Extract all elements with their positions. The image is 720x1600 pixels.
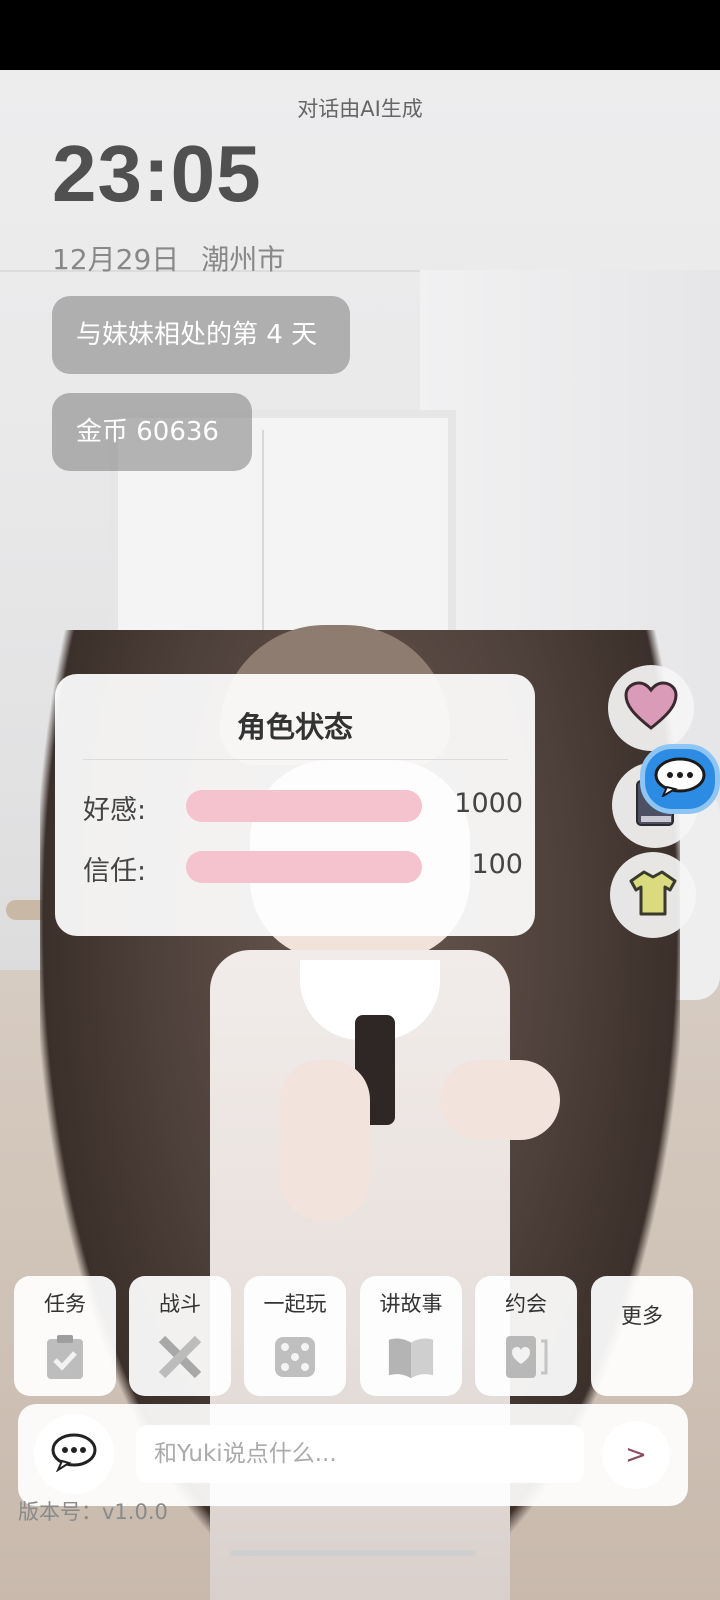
affection-progress-fill bbox=[186, 790, 422, 822]
speech-bubble-icon bbox=[653, 757, 707, 801]
stat-value: 1000 bbox=[454, 788, 523, 819]
dice-icon bbox=[270, 1332, 320, 1382]
character-status-card: 角色状态 好感: 1000 信任: 100 bbox=[55, 674, 535, 936]
stat-row-trust: 信任: 100 bbox=[83, 847, 523, 887]
trust-progress-bar bbox=[186, 851, 422, 883]
stat-label: 信任: bbox=[83, 856, 147, 887]
status-divider bbox=[83, 759, 508, 760]
character-hand-right bbox=[440, 1060, 560, 1140]
affection-progress-bar bbox=[186, 790, 422, 822]
app-screen: 对话由AI生成 23:05 12月29日 潮州市 与妹妹相处的第 4 天 金币 6… bbox=[0, 0, 720, 1600]
crossed-swords-icon bbox=[155, 1332, 205, 1382]
date-text: 12月29日 bbox=[52, 243, 180, 276]
action-storytelling-button[interactable]: 讲故事 bbox=[360, 1276, 462, 1396]
days-together-badge: 与妹妹相处的第 4 天 bbox=[52, 296, 350, 374]
action-label: 讲故事 bbox=[379, 1292, 443, 1316]
character-hand-left bbox=[280, 1060, 370, 1220]
action-date-button[interactable]: 约会 bbox=[475, 1276, 577, 1396]
version-label: 版本号：v1.0.0 bbox=[18, 1500, 168, 1524]
action-tasks-button[interactable]: 任务 bbox=[14, 1276, 116, 1396]
action-label: 一起玩 bbox=[263, 1292, 327, 1316]
action-bar: 任务 战斗 一起玩 讲故事 约会 更多 bbox=[14, 1276, 706, 1396]
speech-bubble-icon bbox=[50, 1432, 98, 1476]
trust-progress-fill bbox=[186, 851, 422, 883]
send-button[interactable]: > bbox=[602, 1421, 670, 1489]
outfit-button[interactable] bbox=[610, 852, 696, 938]
home-indicator[interactable] bbox=[230, 1550, 476, 1556]
chat-mode-button[interactable] bbox=[34, 1414, 114, 1494]
action-battle-button[interactable]: 战斗 bbox=[129, 1276, 231, 1396]
clock-time: 23:05 bbox=[52, 129, 262, 218]
chat-bubble-button[interactable] bbox=[640, 744, 720, 814]
action-play-together-button[interactable]: 一起玩 bbox=[244, 1276, 346, 1396]
status-card-title: 角色状态 bbox=[236, 710, 353, 744]
gold-badge: 金币 60636 bbox=[52, 393, 252, 471]
heart-icon bbox=[623, 681, 679, 735]
action-label: 更多 bbox=[621, 1304, 663, 1328]
stat-row-affection: 好感: 1000 bbox=[83, 786, 523, 826]
action-label: 约会 bbox=[505, 1292, 547, 1316]
open-book-icon bbox=[386, 1332, 436, 1382]
chat-input-bar: > bbox=[18, 1404, 688, 1506]
stat-value: 100 bbox=[471, 849, 523, 880]
heart-card-icon bbox=[501, 1332, 551, 1382]
status-bar-area bbox=[0, 0, 720, 70]
message-input[interactable] bbox=[136, 1425, 584, 1483]
action-label: 战斗 bbox=[159, 1292, 201, 1316]
shirt-icon bbox=[628, 869, 678, 921]
location-text: 潮州市 bbox=[201, 243, 286, 276]
affection-button[interactable] bbox=[608, 665, 694, 751]
action-more-button[interactable]: 更多 bbox=[591, 1276, 693, 1396]
stat-label: 好感: bbox=[83, 795, 147, 826]
action-label: 任务 bbox=[44, 1292, 86, 1316]
ai-generated-note: 对话由AI生成 bbox=[297, 97, 423, 121]
date-location: 12月29日 潮州市 bbox=[52, 238, 285, 278]
clipboard-check-icon bbox=[40, 1332, 90, 1382]
